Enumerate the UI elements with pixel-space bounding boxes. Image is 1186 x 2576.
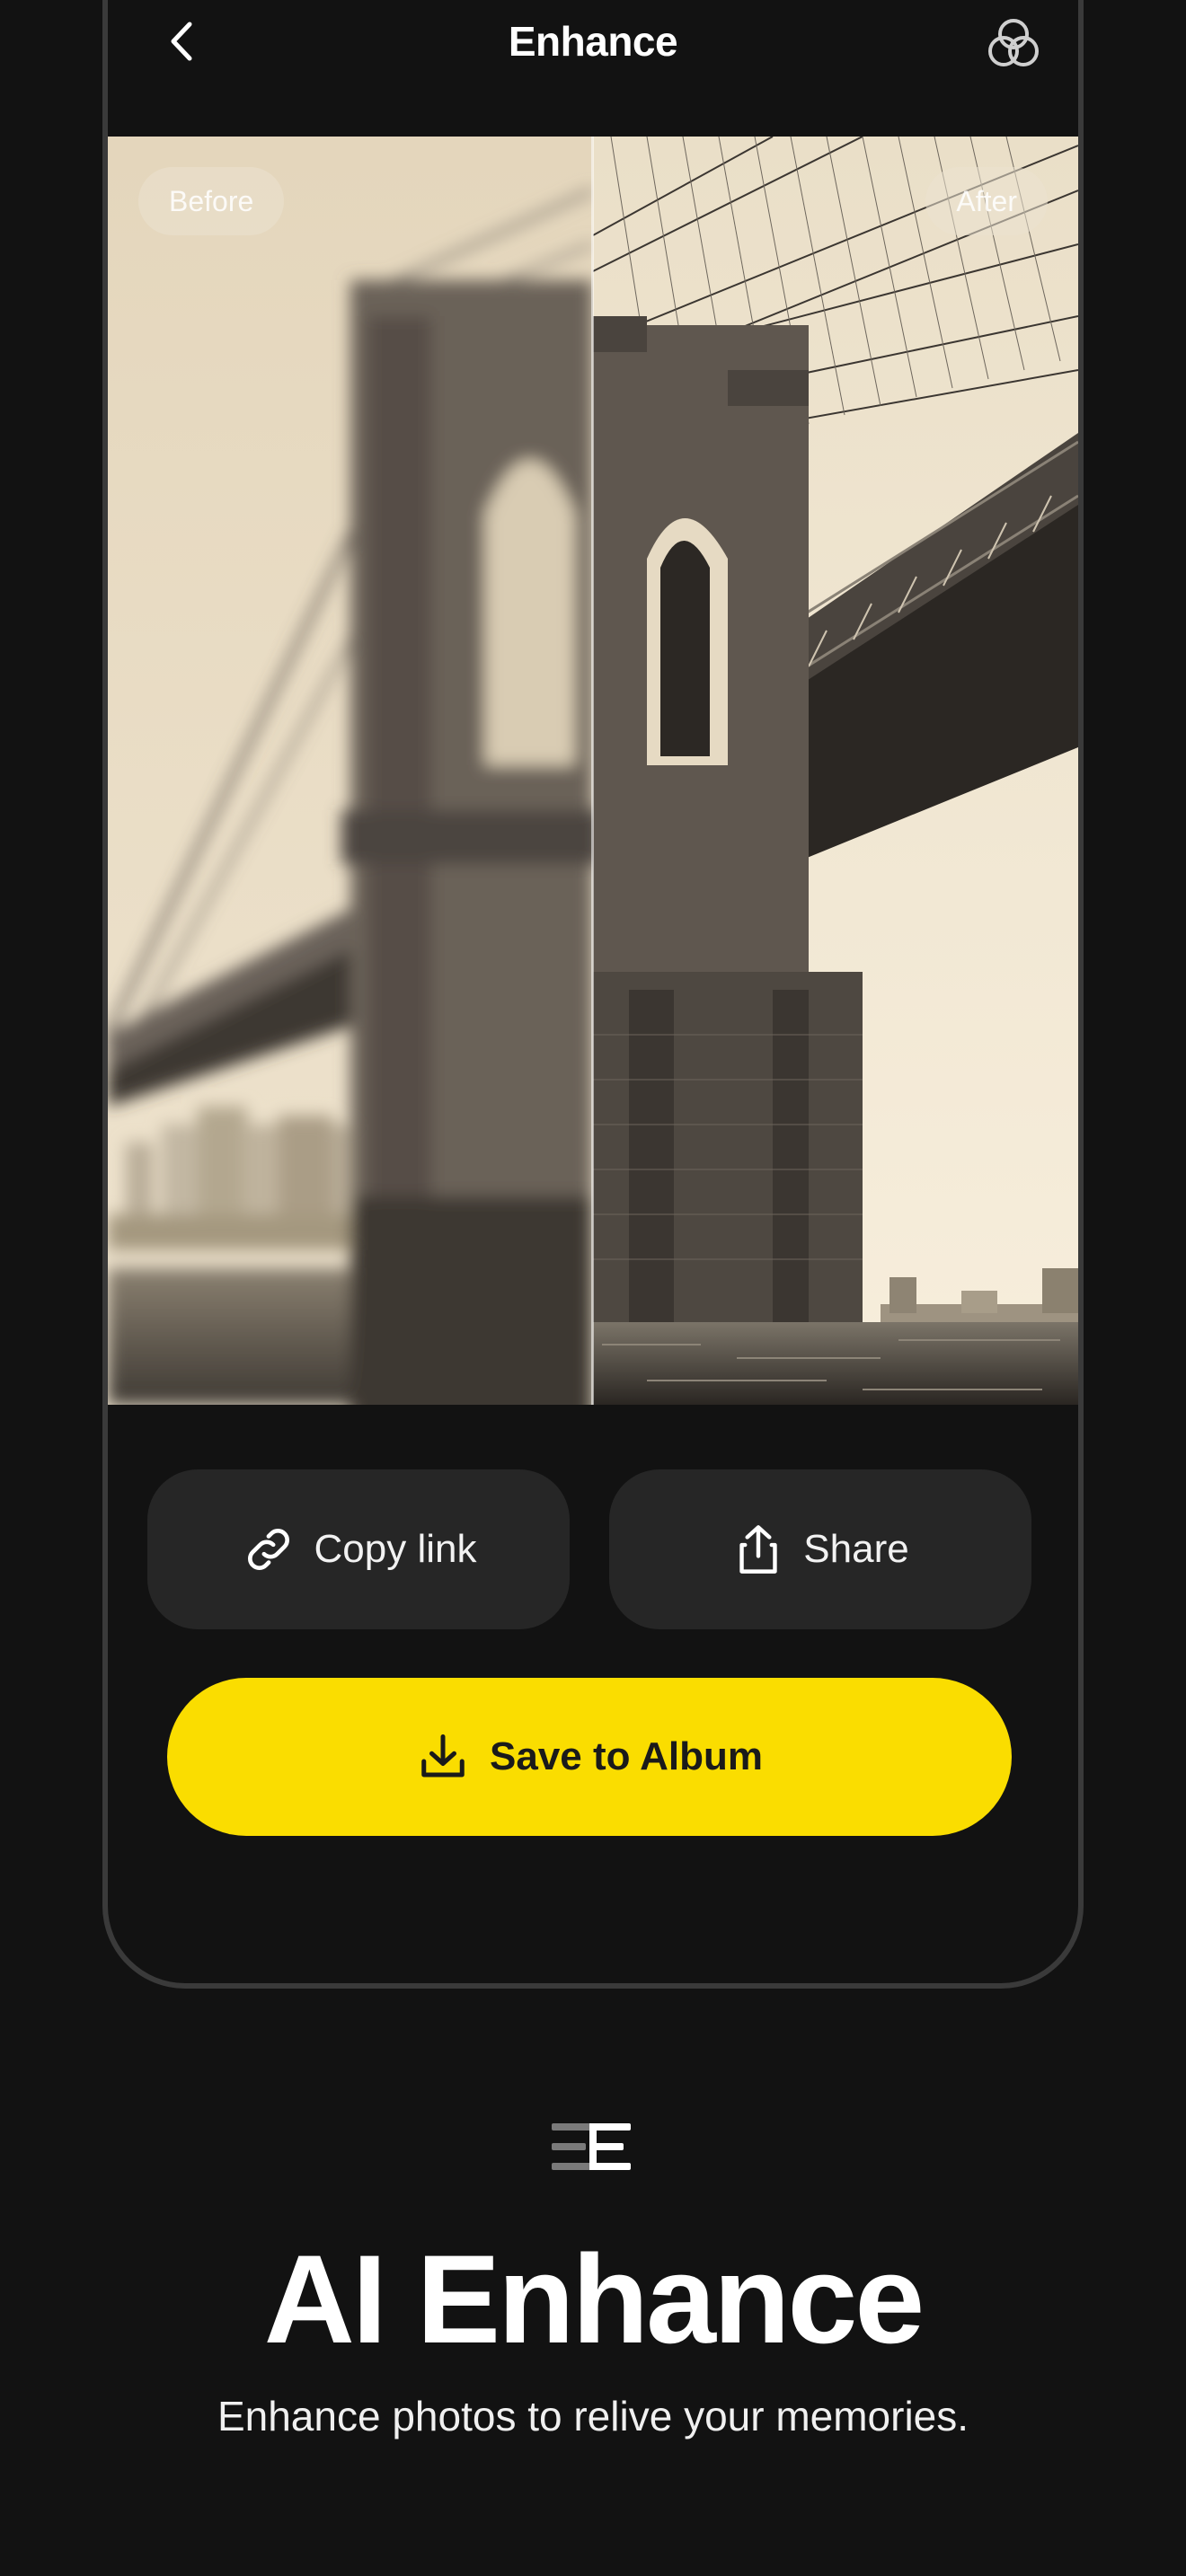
before-label: Before <box>138 167 285 235</box>
phone-frame: Enhance Before After Copy link Share Sav… <box>102 0 1084 1989</box>
after-label: After <box>925 167 1048 235</box>
download-icon <box>421 1734 465 1778</box>
before-after-compare[interactable]: Before After <box>108 137 1078 1405</box>
after-image <box>593 137 1078 1405</box>
save-to-album-button[interactable]: Save to Album <box>167 1678 1012 1836</box>
share-icon <box>739 1525 777 1574</box>
feature-subtitle: Enhance photos to relive your memories. <box>217 2393 969 2439</box>
copy-link-label: Copy link <box>314 1527 477 1571</box>
link-icon <box>247 1529 289 1570</box>
copy-link-button[interactable]: Copy link <box>147 1469 570 1629</box>
feature-title: AI Enhance <box>263 2228 925 2369</box>
enhance-lines-icon <box>552 2123 631 2170</box>
share-label: Share <box>803 1527 909 1571</box>
filters-button[interactable] <box>985 14 1042 72</box>
overlapping-circles-icon <box>988 19 1039 66</box>
compare-divider-handle[interactable] <box>591 137 594 1405</box>
page-title: Enhance <box>508 18 678 65</box>
save-to-album-label: Save to Album <box>490 1734 763 1778</box>
share-button[interactable]: Share <box>609 1469 1031 1629</box>
action-button-row: Copy link Share <box>147 1469 1031 1629</box>
top-bar: Enhance <box>108 0 1078 83</box>
before-image <box>108 137 593 1405</box>
